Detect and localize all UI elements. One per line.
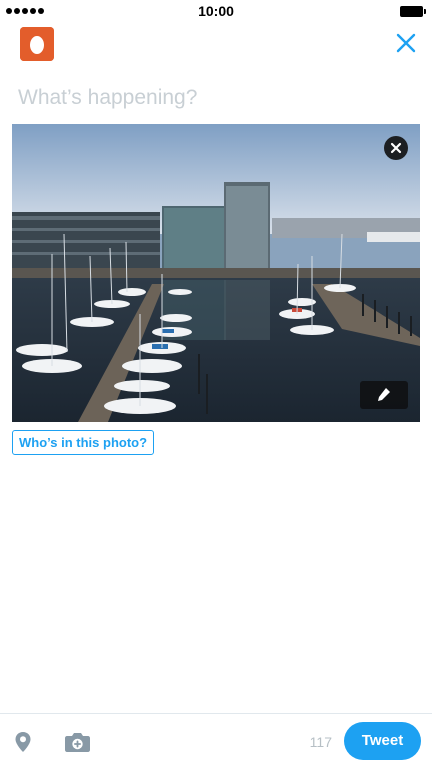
close-button[interactable]	[394, 31, 418, 55]
close-circle-icon	[390, 142, 402, 154]
status-time: 10:00	[198, 3, 234, 19]
remove-photo-button[interactable]	[384, 136, 408, 160]
camera-add-icon	[65, 733, 90, 752]
edit-photo-button[interactable]	[360, 381, 408, 409]
add-location-button[interactable]	[14, 731, 32, 753]
pencil-icon	[378, 388, 390, 401]
tweet-button[interactable]: Tweet	[344, 722, 421, 760]
location-pin-icon	[15, 732, 31, 752]
attached-photo	[12, 124, 420, 422]
status-bar: 10:00	[0, 0, 432, 22]
close-x-icon	[396, 33, 416, 53]
add-photo-button[interactable]	[64, 731, 91, 753]
compose-toolbar: 117 Tweet	[0, 713, 432, 768]
tag-people-button[interactable]: Who’s in this photo?	[12, 430, 155, 455]
character-count: 117	[309, 734, 332, 750]
egg-avatar-icon	[20, 27, 54, 61]
user-avatar[interactable]	[20, 27, 54, 61]
battery-icon	[400, 6, 426, 17]
harbor-photo-image	[12, 124, 420, 422]
tweet-text-input[interactable]	[18, 86, 408, 110]
